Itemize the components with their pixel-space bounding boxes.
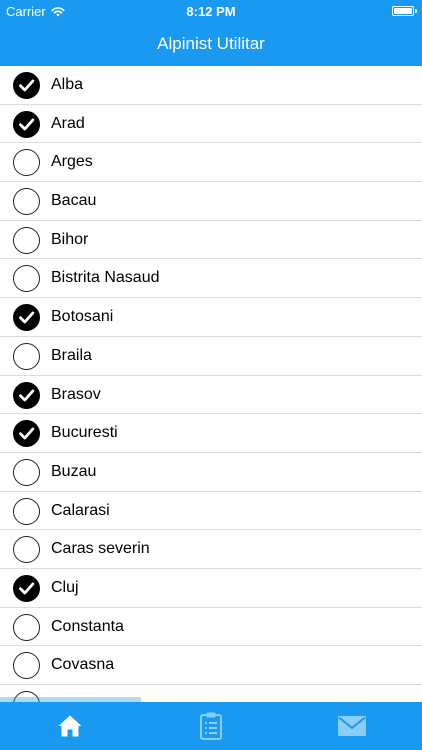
list-item-label: Braila — [51, 346, 92, 364]
tab-mail[interactable] — [281, 702, 422, 750]
list-item-label: Caras severin — [51, 540, 150, 558]
tab-clipboard[interactable] — [141, 702, 282, 750]
unchecked-circle-icon[interactable] — [13, 188, 40, 216]
list-item[interactable]: Bacau — [0, 182, 422, 221]
list-item-label: Covasna — [51, 656, 115, 674]
checked-circle-icon[interactable] — [13, 110, 40, 138]
list-item[interactable]: Bihor — [0, 221, 422, 260]
list-item-label: Bihor — [51, 230, 89, 248]
status-time: 8:12 PM — [186, 4, 236, 19]
list-item[interactable]: Arges — [0, 143, 422, 183]
list-item-label: Brasov — [51, 385, 101, 403]
list-item-label: Arges — [51, 153, 93, 171]
tab-bar — [0, 702, 422, 750]
county-list[interactable]: Alba Arad Arges Bacau Bihor Bistrita Nasaud Bo… — [0, 66, 422, 702]
list-item-label: Arad — [51, 114, 85, 132]
battery-level — [394, 8, 412, 14]
list-item-label: Calarasi — [51, 501, 110, 519]
unchecked-circle-icon[interactable] — [13, 265, 40, 293]
list-item-label: Bacau — [51, 192, 97, 210]
unchecked-circle-icon[interactable] — [13, 652, 40, 680]
list-item-label: Bucuresti — [51, 424, 118, 442]
checked-circle-icon[interactable] — [13, 420, 40, 448]
checked-circle-icon[interactable] — [13, 574, 40, 602]
list-item[interactable]: Cluj — [0, 569, 422, 608]
list-item[interactable]: Brasov — [0, 376, 422, 415]
clipboard-icon — [200, 712, 222, 740]
list-item[interactable]: Botosani — [0, 298, 422, 337]
list-item[interactable]: Calarasi — [0, 492, 422, 531]
checked-circle-icon[interactable] — [13, 72, 40, 99]
list-item[interactable]: Bucuresti — [0, 414, 422, 453]
unchecked-circle-icon[interactable] — [13, 497, 40, 525]
unchecked-circle-icon[interactable] — [13, 149, 40, 177]
list-item[interactable]: Caras severin — [0, 530, 422, 569]
list-item[interactable]: Covasna — [0, 646, 422, 685]
list-item-label: Buzau — [51, 462, 97, 480]
unchecked-circle-icon[interactable] — [13, 458, 40, 486]
checked-circle-icon[interactable] — [13, 381, 40, 409]
list-item[interactable]: Bistrita Nasaud — [0, 259, 422, 299]
list-item[interactable]: Arad — [0, 105, 422, 144]
list-item[interactable]: Alba — [0, 66, 422, 105]
unchecked-circle-icon[interactable] — [13, 226, 40, 254]
list-item[interactable]: Constanta — [0, 608, 422, 647]
list-item-label: Constanta — [51, 617, 124, 635]
page-title: Alpinist Utilitar — [157, 34, 265, 53]
tab-home[interactable] — [0, 702, 141, 750]
battery-tip — [415, 9, 417, 13]
list-item[interactable]: Buzau — [0, 453, 422, 492]
list-item[interactable]: Braila — [0, 337, 422, 376]
home-icon — [58, 715, 82, 737]
list-item-label: Cluj — [51, 578, 79, 596]
header-bar: Carrier 8:12 PM Alpinist Utilitar — [0, 0, 422, 66]
list-item-label: Botosani — [51, 308, 114, 326]
unchecked-circle-icon[interactable] — [13, 613, 40, 641]
battery-icon — [392, 6, 417, 16]
mail-icon — [337, 716, 366, 736]
unchecked-circle-icon[interactable] — [13, 342, 40, 370]
status-bar: Carrier 8:12 PM — [0, 0, 422, 24]
list-item-label: Bistrita Nasaud — [51, 269, 160, 287]
list-item-label: Alba — [51, 76, 84, 93]
checked-circle-icon[interactable] — [13, 304, 40, 332]
unchecked-circle-icon[interactable] — [13, 536, 40, 564]
